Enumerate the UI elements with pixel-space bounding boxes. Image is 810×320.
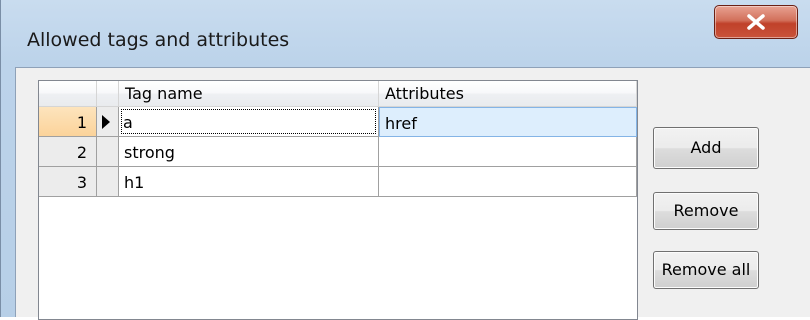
current-row-arrow-icon [102,115,110,129]
grid-row[interactable]: 3 h1 [39,167,637,197]
tag-name-cell[interactable]: a [119,107,379,137]
add-button[interactable]: Add [653,127,759,169]
remove-all-button[interactable]: Remove all [653,251,759,289]
tag-name-cell[interactable]: strong [119,137,379,167]
remove-button[interactable]: Remove [653,192,759,230]
dialog-content: Tag name Attributes 1 a href 2 strong 3 … [15,67,810,320]
row-number: 3 [39,167,97,197]
grid-row[interactable]: 2 strong [39,137,637,167]
cell-focus-rect [121,109,376,134]
close-icon [747,14,765,30]
attributes-cell[interactable] [379,167,637,197]
attributes-cell[interactable]: href [379,107,637,137]
row-number: 1 [39,107,97,137]
row-number-header [39,81,97,107]
grid-header: Tag name Attributes [39,81,637,107]
row-indicator [97,107,119,137]
column-header-tag-name[interactable]: Tag name [119,81,379,107]
dialog-window: Allowed tags and attributes Tag name Att… [0,0,810,320]
tag-name-cell[interactable]: h1 [119,167,379,197]
row-indicator [97,167,119,197]
dialog-title: Allowed tags and attributes [27,29,290,51]
row-number: 2 [39,137,97,167]
tags-grid[interactable]: Tag name Attributes 1 a href 2 strong 3 … [38,80,638,320]
column-header-attributes[interactable]: Attributes [379,81,637,107]
attributes-cell[interactable] [379,137,637,167]
close-button[interactable] [714,5,798,39]
indicator-header [97,81,119,107]
row-indicator [97,137,119,167]
grid-row[interactable]: 1 a href [39,107,637,137]
